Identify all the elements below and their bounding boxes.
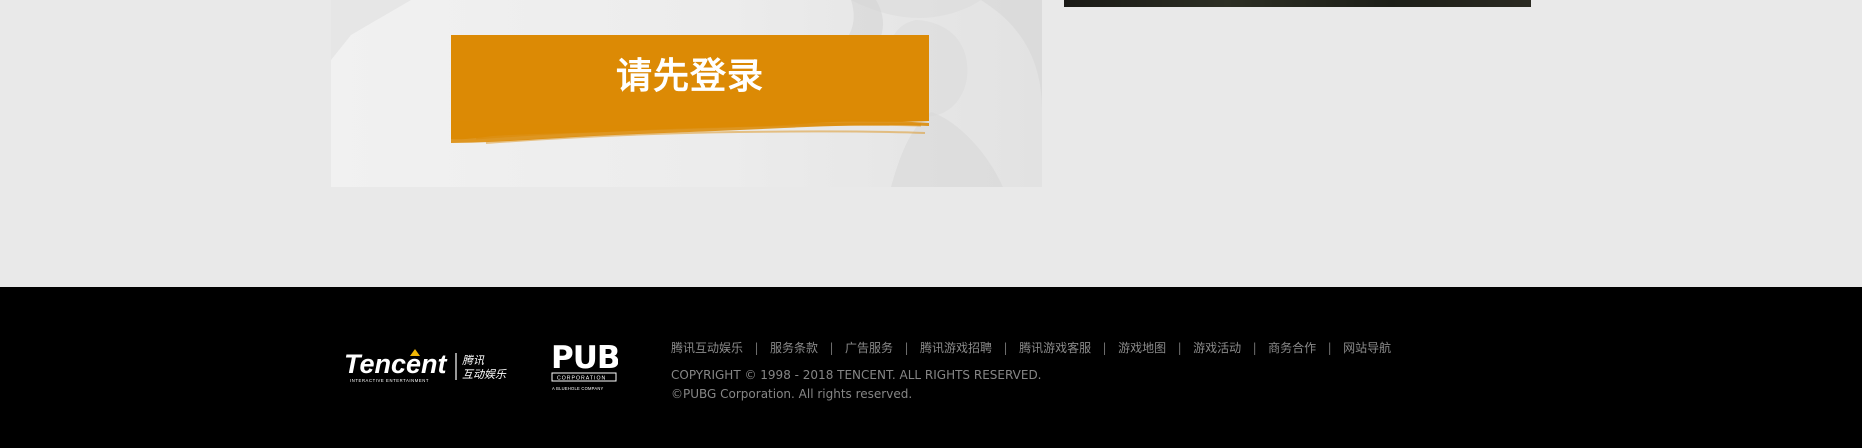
footer-link-separator: | <box>754 341 759 355</box>
pubg-logo[interactable]: PUBG CORPORATION A BLUEHOLE COMPANY <box>551 338 618 395</box>
page: 请先登录 Tencent 腾讯 互动娱乐 INTERACTIVE ENTERTA… <box>0 0 1862 448</box>
pubg-wordmark: PUBG <box>551 340 618 376</box>
site-footer: Tencent 腾讯 互动娱乐 INTERACTIVE ENTERTAINMEN… <box>0 287 1862 448</box>
footer-link-separator: | <box>1003 341 1008 355</box>
footer-link-game-events[interactable]: 游戏活动 <box>1193 339 1241 357</box>
footer-links: 腾讯互动娱乐 | 服务条款 | 广告服务 | 腾讯游戏招聘 | 腾讯游戏客服 |… <box>671 339 1391 357</box>
footer-link-careers[interactable]: 腾讯游戏招聘 <box>920 339 992 357</box>
tencent-logo-tagline: INTERACTIVE ENTERTAINMENT <box>350 378 429 383</box>
tencent-logo[interactable]: Tencent 腾讯 互动娱乐 INTERACTIVE ENTERTAINMEN… <box>344 349 514 385</box>
footer-link-customer-service[interactable]: 腾讯游戏客服 <box>1019 339 1091 357</box>
login-button-label: 请先登录 <box>615 56 764 97</box>
copyright-text: COPYRIGHT © 1998 - 2018 TENCENT. ALL RIG… <box>671 368 1042 382</box>
footer-link-separator: | <box>1252 341 1257 355</box>
footer-link-separator: | <box>1177 341 1182 355</box>
footer-link-business-cooperation[interactable]: 商务合作 <box>1268 339 1316 357</box>
footer-link-terms[interactable]: 服务条款 <box>770 339 818 357</box>
footer-link-separator: | <box>829 341 834 355</box>
footer-link-tencent-interactive-entertainment[interactable]: 腾讯互动娱乐 <box>671 339 743 357</box>
footer-link-advertising[interactable]: 广告服务 <box>845 339 893 357</box>
content-area: 请先登录 <box>0 0 1862 287</box>
pubg-logo-subtext: CORPORATION <box>557 376 606 382</box>
footer-link-separator: | <box>1327 341 1332 355</box>
footer-link-site-navigation[interactable]: 网站导航 <box>1343 339 1391 357</box>
login-button[interactable]: 请先登录 <box>451 35 929 145</box>
login-panel: 请先登录 <box>331 0 1042 187</box>
pubg-rights-text: ©PUBG Corporation. All rights reserved. <box>671 387 913 401</box>
media-thumbnail-edge <box>1064 0 1531 7</box>
tencent-logo-chinese-bottom: 互动娱乐 <box>462 368 507 381</box>
tencent-wordmark: Tencent <box>344 349 448 379</box>
footer-link-separator: | <box>1102 341 1107 355</box>
footer-link-game-map[interactable]: 游戏地图 <box>1118 339 1166 357</box>
tencent-logo-chinese-top: 腾讯 <box>462 354 485 367</box>
footer-link-separator: | <box>904 341 909 355</box>
pubg-logo-tagline: A BLUEHOLE COMPANY <box>552 386 604 391</box>
